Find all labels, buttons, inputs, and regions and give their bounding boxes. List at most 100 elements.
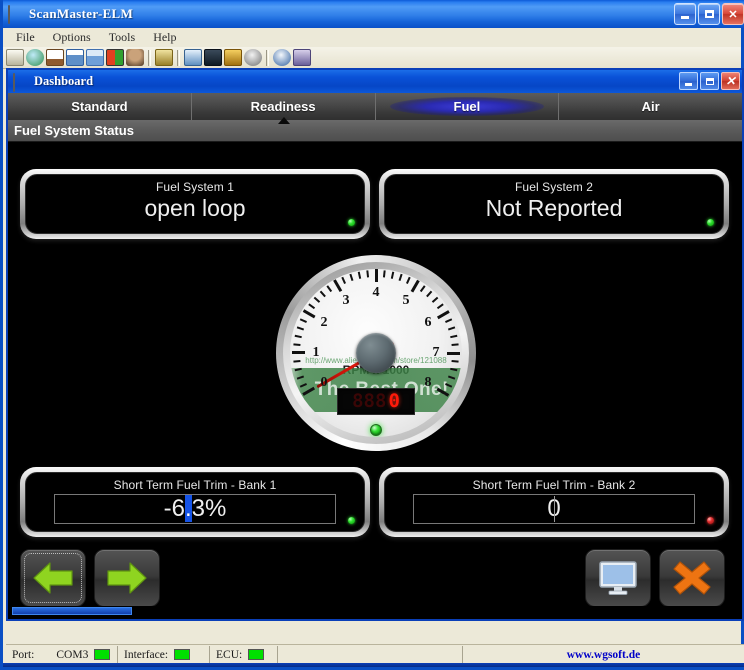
tab-fuel[interactable]: Fuel — [376, 93, 560, 120]
fuel-system-1-value: open loop — [144, 195, 245, 222]
fuel-trim-bank-1-label: Short Term Fuel Trim - Bank 1 — [114, 478, 277, 492]
fuel-trim-bank-2-label: Short Term Fuel Trim - Bank 2 — [473, 478, 636, 492]
tab-standard[interactable]: Standard — [8, 93, 192, 120]
dashboard-maximize-button[interactable] — [700, 72, 719, 90]
gauge-hub — [356, 333, 396, 373]
desktop-strip — [3, 663, 744, 667]
save-icon[interactable] — [155, 49, 173, 66]
menu-item-tools[interactable]: Tools — [100, 29, 145, 46]
exit-icon[interactable] — [293, 49, 311, 66]
menubar: File Options Tools Help — [3, 28, 741, 47]
tab-readiness-label: Readiness — [251, 99, 316, 114]
table-icon[interactable] — [66, 49, 84, 66]
fuel-system-1-label: Fuel System 1 — [156, 180, 234, 194]
dashboard-body: Fuel System 1 open loop Fuel System 2 No… — [8, 142, 742, 619]
next-page-button[interactable] — [94, 549, 160, 607]
arrow-right-icon — [105, 559, 149, 597]
main-close-button[interactable]: ✕ — [722, 3, 744, 25]
menu-item-file[interactable]: File — [7, 29, 44, 46]
dashboard-window-controls: ✕ — [679, 72, 740, 90]
main-application-window: ScanMaster-ELM ✕ File Options Tools Help — [0, 0, 744, 670]
tab-fuel-label: Fuel — [454, 99, 481, 114]
disc-icon[interactable] — [244, 49, 262, 66]
statusbar: Port: COM3 Interface: ECU: www.wgsoft.de — [6, 644, 744, 664]
monitor-icon — [597, 559, 639, 597]
gauge-face: RPM x 1000 http://www.aliexpress.com/sto… — [290, 269, 462, 437]
tab-air[interactable]: Air — [559, 93, 742, 120]
statusbar-port-label: Port: — [12, 649, 34, 661]
fuel-trim-bank-1-value: -6.3% — [164, 497, 227, 521]
fuel-trim-bank-1-status-led — [348, 517, 355, 524]
statusbar-port-value: COM3 — [56, 649, 88, 661]
gauge-tick-label: 6 — [424, 315, 431, 331]
trash-icon[interactable] — [6, 49, 24, 66]
tab-air-label: Air — [642, 99, 660, 114]
gauge-digital-off-segments: 888 — [352, 392, 386, 411]
statusbar-port-cell: Port: COM3 — [6, 646, 118, 664]
statusbar-ecu-led — [248, 649, 264, 660]
monitor-icon[interactable] — [184, 49, 202, 66]
statusbar-interface-label: Interface: — [124, 649, 168, 661]
gauge-tick-label: 2 — [321, 315, 328, 331]
gauge-tick-label: 8 — [424, 375, 431, 391]
gauge-status-led — [370, 424, 382, 436]
keyboard-icon[interactable] — [204, 49, 222, 66]
fuel-system-2-label: Fuel System 2 — [515, 180, 593, 194]
display-button[interactable] — [585, 549, 651, 607]
statusbar-port-led — [94, 649, 110, 660]
window-icon[interactable] — [86, 49, 104, 66]
dashboard-window: Dashboard ✕ Standard Readiness Fuel Air … — [6, 68, 744, 621]
cross-icon — [671, 558, 713, 598]
main-titlebar: ScanMaster-ELM ✕ — [3, 0, 744, 28]
previous-page-button[interactable] — [20, 549, 86, 607]
tab-standard-label: Standard — [71, 99, 127, 114]
fuel-trim-bank-2-field[interactable]: 0 — [413, 494, 695, 524]
notes-icon[interactable] — [224, 49, 242, 66]
gauge-tick-label: 5 — [403, 293, 410, 309]
statusbar-url-cell: www.wgsoft.de — [463, 646, 744, 664]
report-icon[interactable] — [46, 49, 64, 66]
rpm-gauge: RPM x 1000 http://www.aliexpress.com/sto… — [276, 255, 476, 451]
menu-item-options[interactable]: Options — [44, 29, 100, 46]
fuel-system-1-panel: Fuel System 1 open loop — [20, 169, 370, 239]
main-minimize-button[interactable] — [674, 3, 696, 25]
gauge-tick-label: 1 — [313, 345, 320, 361]
chart-icon[interactable] — [106, 49, 124, 66]
fuel-system-2-value: Not Reported — [486, 195, 623, 222]
arrow-left-icon — [31, 559, 75, 597]
statusbar-interface-cell: Interface: — [118, 646, 210, 664]
dashboard-titlebar: Dashboard ✕ — [8, 70, 742, 93]
gauge-digital-value: 0 — [388, 392, 399, 411]
statusbar-ecu-cell: ECU: — [210, 646, 278, 664]
toolbar-separator-1 — [148, 50, 151, 66]
statusbar-interface-led — [174, 649, 190, 660]
statusbar-url[interactable]: www.wgsoft.de — [567, 649, 640, 661]
fuel-trim-bank-1-field[interactable]: -6.3% — [54, 494, 336, 524]
dashboard-minimize-button[interactable] — [679, 72, 698, 90]
dashboard-tabbar: Standard Readiness Fuel Air — [8, 93, 742, 120]
main-window-title: ScanMaster-ELM — [29, 6, 133, 22]
section-header: Fuel System Status — [8, 120, 742, 142]
short-term-fuel-trim-bank-1-panel: Short Term Fuel Trim - Bank 1 -6.3% — [20, 467, 370, 537]
main-maximize-button[interactable] — [698, 3, 720, 25]
gauge-tick-label: 0 — [321, 375, 328, 391]
menu-item-help[interactable]: Help — [144, 29, 185, 46]
tab-readiness[interactable]: Readiness — [192, 93, 376, 120]
main-window-controls: ✕ — [674, 3, 744, 25]
statusbar-ecu-label: ECU: — [216, 649, 242, 661]
user-icon[interactable] — [126, 49, 144, 66]
info-icon[interactable] — [273, 49, 291, 66]
fuel-trim-bank-2-status-led — [707, 517, 714, 524]
gauge-digital-readout: 888 0 — [337, 388, 415, 415]
close-dashboard-button[interactable] — [659, 549, 725, 607]
fuel-system-2-status-led — [707, 219, 714, 226]
scrollbar-thumb[interactable] — [12, 607, 132, 615]
dashboard-close-button[interactable]: ✕ — [721, 72, 740, 90]
dashboard-horizontal-scrollbar[interactable] — [10, 606, 740, 617]
short-term-fuel-trim-bank-2-panel: Short Term Fuel Trim - Bank 2 0 — [379, 467, 729, 537]
toolbar-separator-2 — [177, 50, 180, 66]
section-header-label: Fuel System Status — [14, 123, 134, 138]
fuel-system-2-panel: Fuel System 2 Not Reported — [379, 169, 729, 239]
gauge-tick-label: 3 — [343, 293, 350, 309]
globe-icon[interactable] — [26, 49, 44, 66]
